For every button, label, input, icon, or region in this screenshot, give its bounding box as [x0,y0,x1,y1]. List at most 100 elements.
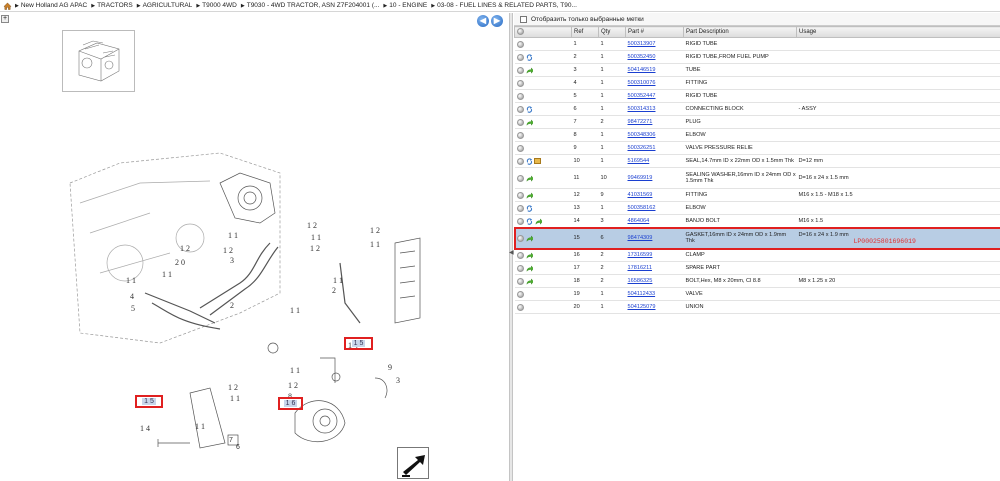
breadcrumb-item[interactable]: ▶ AGRICULTURAL [137,2,193,9]
breadcrumb-item[interactable]: ▶ TRACTORS [91,2,133,9]
breadcrumb-item[interactable]: ▶ New Holland AG APAC [15,2,87,9]
select-circle-icon[interactable] [516,144,524,152]
previous-page-button[interactable]: ◀ [477,15,489,27]
add-to-cart-arrow-icon[interactable] [526,251,534,259]
table-row[interactable]: 3 1 504146519 TUBE [514,63,1000,77]
table-row[interactable]: 2 1 500352450 RIGID TUBE,FROM FUEL PUMP [514,50,1000,64]
part-number-link-text[interactable]: 17316599 [628,252,653,258]
table-row[interactable]: 14 3 4864064 BANJO BOLT M16 x 1.5 [514,214,1000,228]
part-number-link[interactable]: 500313907 [625,37,684,51]
breadcrumb-label[interactable]: 03-08 - FUEL LINES & RELATED PARTS, T90.… [437,2,577,9]
table-row[interactable]: 10 1 5169544 SEAL,14.7mm ID x 22mm OD x 1.5… [514,154,1000,168]
part-number-link-text[interactable]: 500310076 [628,80,656,86]
column-header-usage[interactable]: Usage [796,26,1000,38]
table-row[interactable]: 13 1 500358162 ELBOW [514,201,1000,215]
expand-toggle-button[interactable]: + [1,15,9,23]
select-circle-icon[interactable] [516,234,524,242]
collapse-arrow-icon[interactable]: ◀ [509,249,514,256]
part-number-link[interactable]: 4864064 [625,214,684,228]
select-circle-icon[interactable] [516,174,524,182]
breadcrumb-label[interactable]: TRACTORS [97,2,133,9]
breadcrumb-label[interactable]: AGRICULTURAL [143,2,193,9]
add-to-cart-arrow-icon[interactable] [526,264,534,272]
table-row[interactable]: 8 1 500348306 ELBOW [514,128,1000,142]
table-row[interactable]: 9 1 500326251 VALVE PRESSURE RELIE [514,141,1000,155]
kit-package-icon[interactable] [533,158,541,164]
part-number-link[interactable]: 41031569 [625,188,684,202]
breadcrumb-item[interactable]: ▶ 10 - ENGINE [383,2,427,9]
select-circle-icon[interactable] [516,66,524,74]
table-row[interactable]: 18 2 16586325 BOLT,Hex, M8 x 20mm, Cl 8.8 M8… [514,274,1000,288]
table-row[interactable]: 20 1 504125079 UNION [514,300,1000,314]
select-circle-icon[interactable] [516,303,524,311]
part-number-link-text[interactable]: 500352450 [628,54,656,60]
part-number-link[interactable]: 16586325 [625,274,684,288]
select-circle-icon[interactable] [516,40,524,48]
table-row[interactable]: 5 1 500352447 RIGID TUBE [514,89,1000,103]
column-header-part[interactable]: Part # [625,26,684,38]
table-row[interactable]: 19 1 504112433 VALVE [514,287,1000,301]
part-number-link-text[interactable]: 500352447 [628,93,656,99]
part-number-link[interactable]: 500352447 [625,89,684,103]
callout-16[interactable]: 1 6 [278,397,303,410]
replacement-icon[interactable] [526,204,533,212]
part-number-link[interactable]: 5169544 [625,154,684,168]
select-circle-icon[interactable] [516,118,524,126]
select-circle-icon[interactable] [516,290,524,298]
home-icon[interactable] [3,2,12,10]
part-number-link-text[interactable]: 98474309 [628,235,653,241]
select-circle-icon[interactable] [516,92,524,100]
table-row[interactable]: 15 6 98474309 GASKET,16mm ID x 24mm OD x 1.… [514,226,1000,250]
part-number-link-text[interactable]: 500326251 [628,145,656,151]
breadcrumb-label[interactable]: 10 - ENGINE [389,2,427,9]
select-circle-icon[interactable] [516,251,524,259]
part-number-link-text[interactable]: 98472271 [628,119,653,125]
column-header-ref[interactable]: Ref [571,26,599,38]
part-number-link-text[interactable]: 500348306 [628,132,656,138]
breadcrumb-label[interactable]: T9030 - 4WD TRACTOR, ASN Z7F204001 (... [247,2,380,9]
table-row[interactable]: 1 1 500313907 RIGID TUBE [514,37,1000,51]
part-number-link-text[interactable]: 4864064 [628,218,650,224]
breadcrumb-item[interactable]: ▶ 03-08 - FUEL LINES & RELATED PARTS, T90… [431,2,577,9]
table-row[interactable]: 17 2 17816211 SPARE PART [514,261,1000,275]
part-number-link-text[interactable]: 17816211 [628,265,652,271]
part-number-link-text[interactable]: 5169544 [628,158,650,164]
show-selected-checkbox[interactable] [520,15,527,23]
callout-15-lower[interactable]: 1 5 [135,395,163,408]
part-number-link-text[interactable]: 504112433 [628,291,656,297]
next-page-button[interactable]: ▶ [491,15,503,27]
part-number-link[interactable]: 17816211 [625,261,684,275]
select-circle-icon[interactable] [516,277,524,285]
table-row[interactable]: 11 10 99469919 SEALING WASHER,16mm ID x 24m… [514,167,1000,189]
part-number-link[interactable]: 500326251 [625,141,684,155]
pane-splitter[interactable]: ◀ [509,13,514,481]
add-to-cart-arrow-icon[interactable] [526,66,534,74]
part-number-link[interactable]: 500310076 [625,76,684,90]
table-row[interactable]: 7 2 98472271 PLUG [514,115,1000,129]
select-circle-icon[interactable] [516,204,524,212]
add-to-cart-arrow-icon[interactable] [526,174,534,182]
select-circle-icon[interactable] [516,217,524,225]
breadcrumb-item[interactable]: ▶ T9030 - 4WD TRACTOR, ASN Z7F204001 (... [241,2,380,9]
part-number-link-text[interactable]: 16586325 [628,278,653,284]
part-number-link-text[interactable]: 500313907 [628,41,656,47]
part-number-link[interactable]: 504125079 [625,300,684,314]
part-number-link[interactable]: 500358162 [625,201,684,215]
part-number-link-text[interactable]: 504125079 [628,304,656,310]
replacement-icon[interactable] [526,105,533,113]
part-number-link[interactable]: 500314313 [625,102,684,116]
part-number-link-text[interactable]: 500358162 [628,205,656,211]
part-number-link[interactable]: 17316599 [625,248,684,262]
column-header-description[interactable]: Part Description [683,26,797,38]
replacement-icon[interactable] [526,53,533,61]
table-row[interactable]: 16 2 17316599 CLAMP [514,248,1000,262]
replacement-icon[interactable] [526,217,533,225]
select-circle-icon[interactable] [516,157,524,165]
part-number-link-text[interactable]: 500314313 [628,106,656,112]
select-circle-icon[interactable] [516,79,524,87]
select-all-column[interactable] [514,26,572,38]
part-number-link-text[interactable]: 504146519 [628,67,656,73]
add-to-cart-arrow-icon[interactable] [526,191,534,199]
add-to-cart-arrow-icon[interactable] [535,217,543,225]
table-row[interactable]: 4 1 500310076 FITTING [514,76,1000,90]
